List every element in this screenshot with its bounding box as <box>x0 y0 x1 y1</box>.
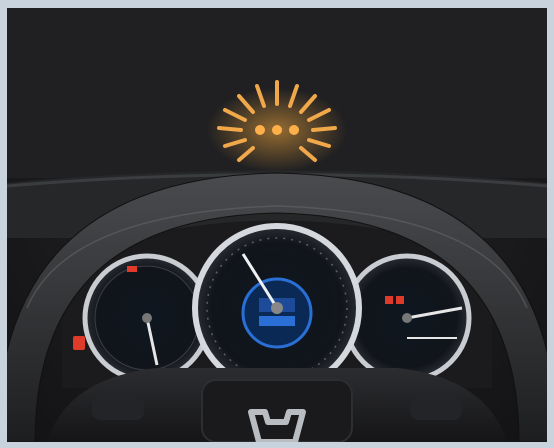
photo-frame <box>0 0 554 448</box>
warning-light <box>73 336 85 350</box>
dashboard-illustration <box>7 8 547 442</box>
steering-hub <box>47 368 507 442</box>
speedometer <box>192 223 362 393</box>
fuel-gauge <box>342 253 472 383</box>
dashboard-photo <box>7 8 547 442</box>
